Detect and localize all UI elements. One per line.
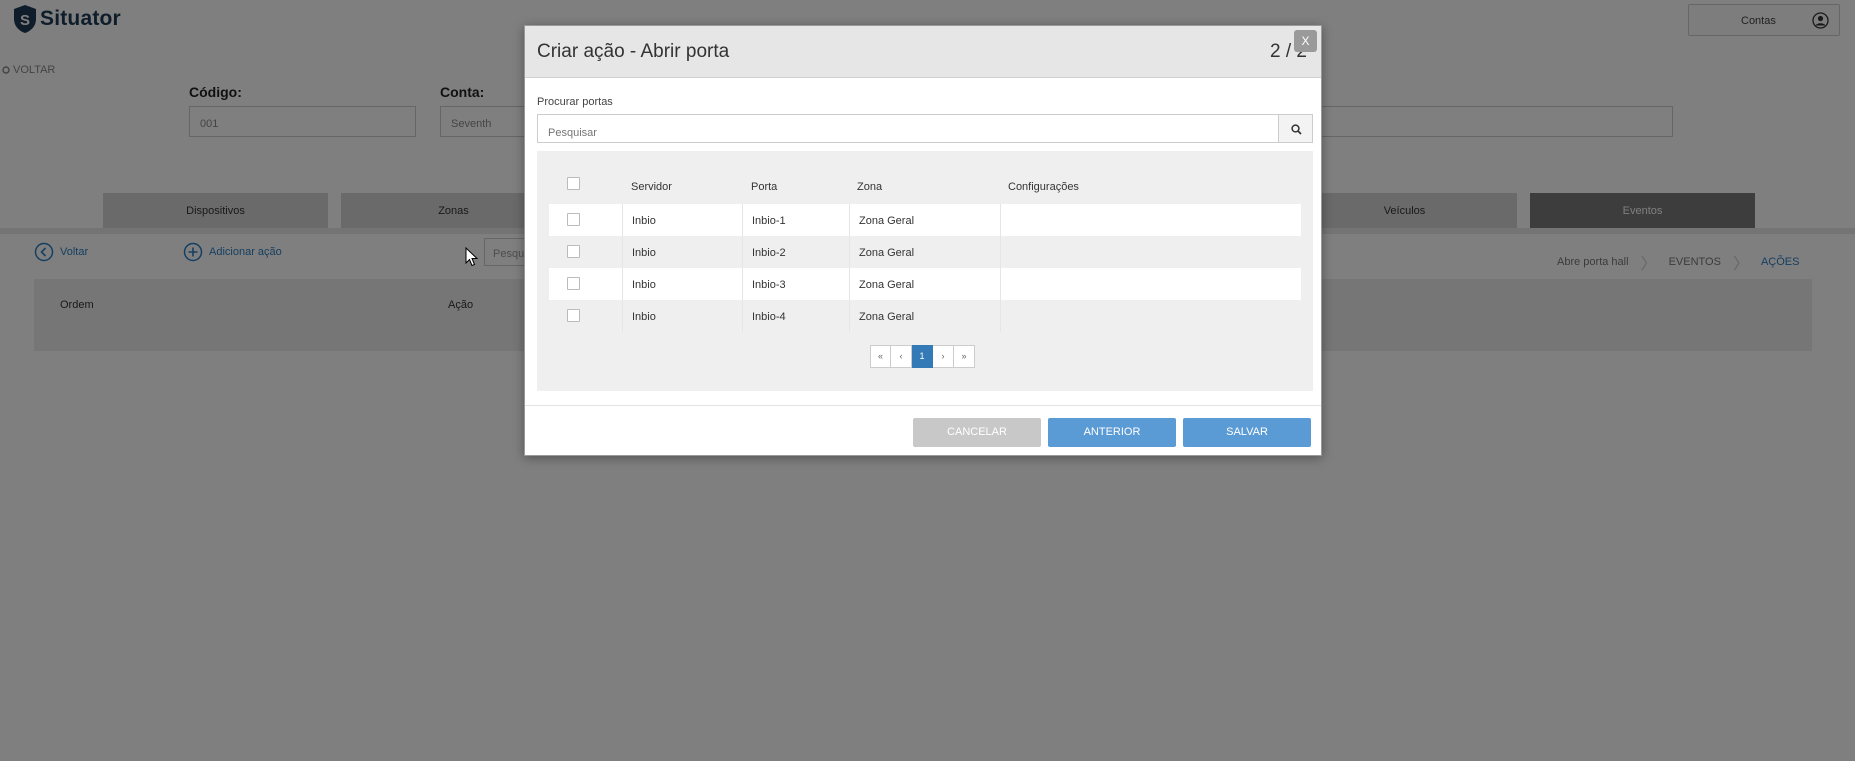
doors-grid: Servidor Porta Zona Configurações Inbio …: [537, 151, 1313, 391]
search-icon: [1291, 124, 1302, 135]
table-row[interactable]: Inbio Inbio-1 Zona Geral: [549, 204, 1301, 236]
door-cell: Inbio-4: [742, 300, 849, 332]
row-checkbox[interactable]: [567, 277, 580, 290]
zone-cell: Zona Geral: [849, 268, 1000, 300]
mouse-cursor-icon: [465, 247, 479, 267]
first-page-button[interactable]: «: [870, 345, 891, 368]
close-button[interactable]: X: [1294, 30, 1317, 52]
row-checkbox[interactable]: [567, 309, 580, 322]
table-row[interactable]: Inbio Inbio-4 Zona Geral: [549, 300, 1301, 332]
save-button[interactable]: SALVAR: [1183, 418, 1311, 447]
row-checkbox[interactable]: [567, 213, 580, 226]
select-all-checkbox[interactable]: [567, 177, 580, 190]
search-doors-label: Procurar portas: [537, 96, 613, 108]
zone-cell: Zona Geral: [849, 300, 1000, 332]
search-doors-input[interactable]: [537, 114, 1279, 143]
door-cell: Inbio-2: [742, 236, 849, 268]
zone-cell: Zona Geral: [849, 236, 1000, 268]
server-cell: Inbio: [622, 268, 742, 300]
previous-button[interactable]: ANTERIOR: [1048, 418, 1176, 447]
column-header-servidor[interactable]: Servidor: [631, 181, 672, 193]
server-cell: Inbio: [622, 236, 742, 268]
prev-page-button[interactable]: ‹: [891, 345, 912, 368]
grid-header: Servidor Porta Zona Configurações: [549, 173, 1301, 197]
footer-divider: [525, 405, 1321, 406]
page-number-button[interactable]: 1: [912, 345, 933, 368]
door-cell: Inbio-3: [742, 268, 849, 300]
search-button[interactable]: [1278, 114, 1313, 143]
column-header-configuracoes[interactable]: Configurações: [1008, 181, 1079, 193]
door-cell: Inbio-1: [742, 204, 849, 236]
config-cell: [1000, 204, 1301, 236]
modal-title: Criar ação - Abrir porta: [537, 41, 730, 62]
modal-header: Criar ação - Abrir porta 2 / 2 X: [525, 26, 1321, 78]
table-row[interactable]: Inbio Inbio-3 Zona Geral: [549, 268, 1301, 300]
column-header-porta[interactable]: Porta: [751, 181, 777, 193]
next-page-button[interactable]: ›: [933, 345, 954, 368]
server-cell: Inbio: [622, 300, 742, 332]
pagination: « ‹ 1 › »: [870, 345, 975, 368]
cancel-button[interactable]: CANCELAR: [913, 418, 1041, 447]
config-cell: [1000, 236, 1301, 268]
config-cell: [1000, 268, 1301, 300]
config-cell: [1000, 300, 1301, 332]
create-action-modal: Criar ação - Abrir porta 2 / 2 X Procura…: [524, 25, 1322, 456]
last-page-button[interactable]: »: [954, 345, 975, 368]
table-row[interactable]: Inbio Inbio-2 Zona Geral: [549, 236, 1301, 268]
column-header-zona[interactable]: Zona: [857, 181, 882, 193]
server-cell: Inbio: [622, 204, 742, 236]
row-checkbox[interactable]: [567, 245, 580, 258]
zone-cell: Zona Geral: [849, 204, 1000, 236]
